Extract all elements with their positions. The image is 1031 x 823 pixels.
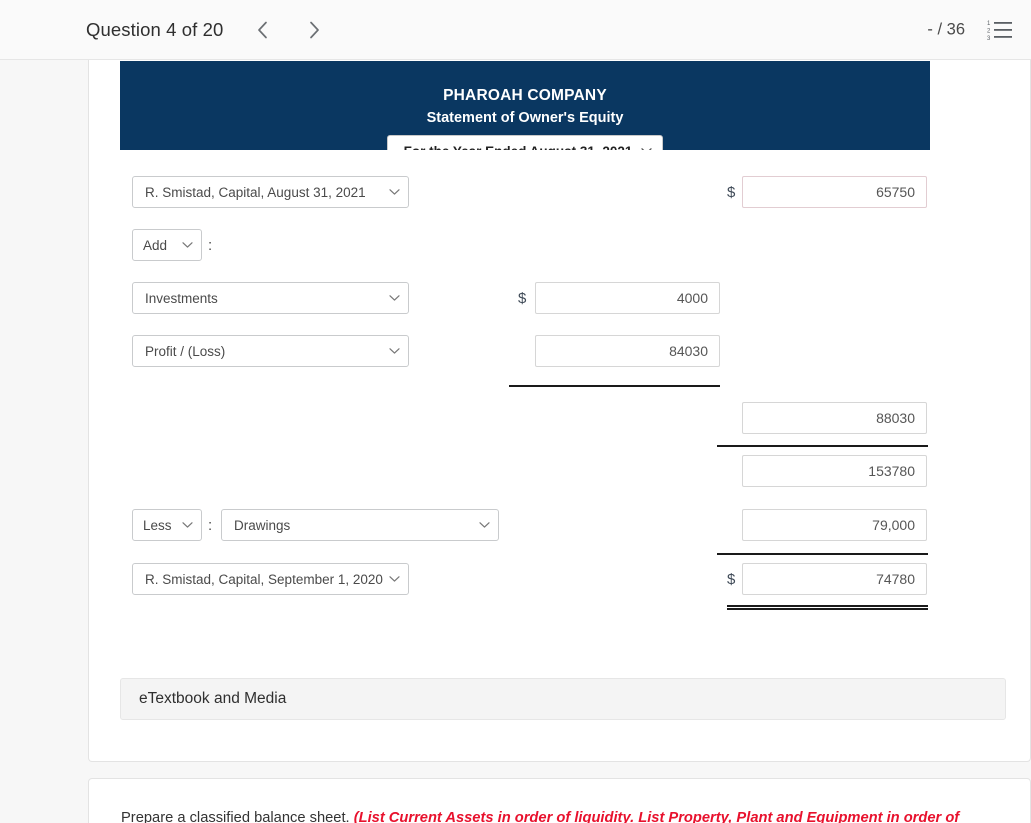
amount-input-running-total[interactable]: 153780 bbox=[742, 455, 927, 487]
amount-input-additions-subtotal[interactable]: 88030 bbox=[742, 402, 927, 434]
chevron-left-icon[interactable] bbox=[245, 13, 279, 47]
account-select-opening-capital[interactable]: R. Smistad, Capital, August 31, 2021 bbox=[132, 176, 409, 208]
account-select-investments[interactable]: Investments bbox=[132, 282, 409, 314]
etextbook-and-media-button[interactable]: eTextbook and Media bbox=[120, 678, 1006, 720]
subtotal-rule-right-column bbox=[717, 445, 928, 447]
amount-input-investments[interactable]: 4000 bbox=[535, 282, 720, 314]
svg-text:1: 1 bbox=[987, 21, 991, 27]
account-select-closing-capital[interactable]: R. Smistad, Capital, September 1, 2020 bbox=[132, 563, 409, 595]
classified-balance-sheet-card: Prepare a classified balance sheet. (Lis… bbox=[88, 778, 1031, 823]
numbered-list-icon[interactable]: 1 2 3 bbox=[987, 18, 1013, 42]
account-select-investments-label: Investments bbox=[145, 290, 218, 306]
amount-input-profit-loss[interactable]: 84030 bbox=[535, 335, 720, 367]
question-scroll-area[interactable]: PHAROAH COMPANY Statement of Owner's Equ… bbox=[0, 60, 1031, 823]
score-display: - / 36 bbox=[927, 20, 965, 38]
account-select-opening-capital-label: R. Smistad, Capital, August 31, 2021 bbox=[145, 184, 366, 200]
account-select-profit-loss-label: Profit / (Loss) bbox=[145, 343, 226, 359]
amount-input-closing-capital[interactable]: 74780 bbox=[742, 563, 927, 595]
amount-input-opening-capital[interactable]: 65750 bbox=[742, 176, 927, 208]
account-select-drawings-label: Drawings bbox=[234, 517, 291, 533]
grand-total-double-rule bbox=[727, 605, 928, 610]
company-name: PHAROAH COMPANY bbox=[443, 87, 607, 104]
etextbook-and-media-label: eTextbook and Media bbox=[139, 690, 287, 707]
chevron-right-icon[interactable] bbox=[297, 13, 331, 47]
operator-colon-add: : bbox=[208, 236, 213, 254]
period-select[interactable]: For the Year Ended August 31, 2021 bbox=[387, 135, 663, 150]
chevron-down-icon bbox=[389, 189, 400, 196]
chevron-down-icon bbox=[389, 348, 400, 355]
operator-select-less[interactable]: Less bbox=[132, 509, 202, 541]
chevron-down-icon bbox=[479, 522, 490, 529]
operator-select-less-label: Less bbox=[143, 517, 172, 533]
period-select-label: For the Year Ended August 31, 2021 bbox=[398, 144, 652, 151]
subtotal-rule-middle-column bbox=[509, 385, 720, 387]
operator-select-add[interactable]: Add bbox=[132, 229, 202, 261]
currency-symbol-opening: $ bbox=[727, 183, 736, 201]
chevron-down-icon bbox=[182, 242, 193, 249]
statement-title: Statement of Owner's Equity bbox=[426, 110, 624, 126]
chevron-down-icon bbox=[389, 576, 400, 583]
currency-symbol-closing: $ bbox=[727, 570, 736, 588]
statement-header: PHAROAH COMPANY Statement of Owner's Equ… bbox=[120, 61, 930, 150]
svg-text:3: 3 bbox=[987, 36, 991, 42]
svg-text:2: 2 bbox=[987, 28, 991, 34]
chevron-down-icon bbox=[641, 148, 652, 150]
operator-select-add-label: Add bbox=[143, 237, 168, 253]
amount-input-drawings[interactable]: 79,000 bbox=[742, 509, 927, 541]
question-counter: Question 4 of 20 bbox=[86, 18, 224, 40]
statement-of-owners-equity-card: PHAROAH COMPANY Statement of Owner's Equ… bbox=[88, 60, 1031, 762]
question-prompt: Prepare a classified balance sheet. (Lis… bbox=[121, 807, 1011, 823]
operator-colon-less: : bbox=[208, 516, 213, 534]
question-prompt-text: Prepare a classified balance sheet. bbox=[121, 810, 354, 823]
account-select-profit-loss[interactable]: Profit / (Loss) bbox=[132, 335, 409, 367]
account-select-closing-capital-label: R. Smistad, Capital, September 1, 2020 bbox=[145, 571, 383, 587]
question-toolbar: Question 4 of 20 - / 36 1 2 3 bbox=[0, 0, 1031, 60]
subtotal-rule-drawings bbox=[717, 553, 928, 555]
chevron-down-icon bbox=[182, 522, 193, 529]
account-select-drawings[interactable]: Drawings bbox=[221, 509, 499, 541]
currency-symbol-investments: $ bbox=[518, 289, 527, 307]
chevron-down-icon bbox=[389, 295, 400, 302]
